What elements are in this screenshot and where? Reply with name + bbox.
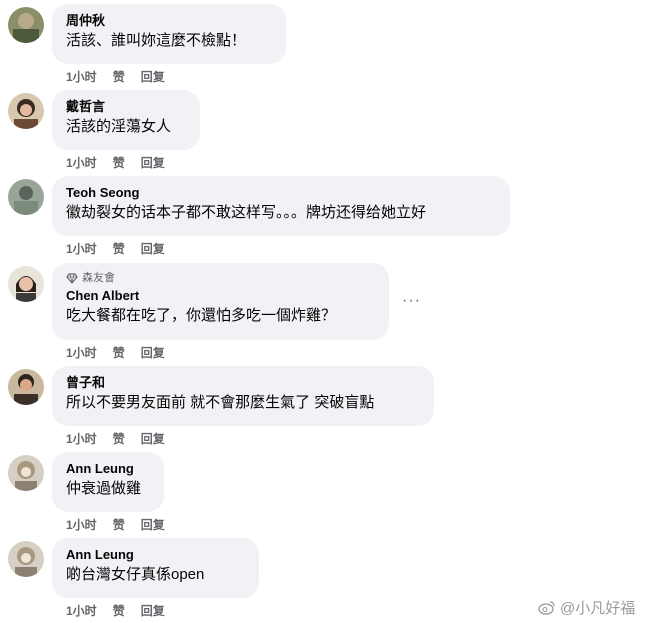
community-badge: 森友會 [66,271,375,285]
reply-button[interactable]: 回复 [141,240,165,257]
commenter-name[interactable]: 曾子和 [66,374,420,391]
time-link[interactable]: 1小时 [66,68,97,85]
reply-button[interactable]: 回复 [141,516,165,533]
comment-actions: 1小时赞回复 [66,68,181,85]
comment-text: 所以不要男友面前 就不會那麼生氣了 突破盲點 [66,394,375,411]
avatar[interactable] [8,93,44,129]
time-link[interactable]: 1小时 [66,430,97,447]
comment-bubble: 曾子和 所以不要男友面前 就不會那麼生氣了 突破盲點 [52,366,434,426]
comment-bubble: 森友會 Chen Albert 吃大餐都在吃了，你還怕多吃一個炸雞？ [52,263,389,340]
commenter-name[interactable]: Ann Leung [66,546,245,563]
commenter-name[interactable]: 戴哲言 [66,98,186,115]
comment-bubble: Ann Leung 啲台灣女仔真係open [52,538,259,598]
time-link[interactable]: 1小时 [66,516,97,533]
comment-text: 仲衰過做雞 [66,480,142,497]
avatar[interactable] [8,455,44,491]
comment-text: 啲台灣女仔真係open [66,566,205,583]
more-options-icon[interactable]: ··· [402,292,421,310]
comment-actions: 1小时赞回复 [66,430,181,447]
avatar[interactable] [8,541,44,577]
comment-text: 活該、誰叫妳這麼不檢點！ [66,32,247,49]
watermark-text: @小凡好福 [560,600,636,617]
watermark: @小凡好福 [538,597,635,618]
reply-button[interactable]: 回复 [141,344,165,361]
commenter-name[interactable]: 周仲秋 [66,12,272,29]
badge-label: 森友會 [82,272,115,284]
diamond-icon [66,272,78,284]
like-button[interactable]: 赞 [113,602,125,619]
avatar[interactable] [8,7,44,43]
comment-actions: 1小时赞回复 [66,344,181,361]
like-button[interactable]: 赞 [113,430,125,447]
time-link[interactable]: 1小时 [66,154,97,171]
avatar[interactable] [8,266,44,302]
comment-bubble: 周仲秋 活該、誰叫妳這麼不檢點！ [52,4,286,64]
comment-bubble: Ann Leung 仲衰過做雞 [52,452,164,512]
reply-button[interactable]: 回复 [141,68,165,85]
like-button[interactable]: 赞 [113,154,125,171]
reply-button[interactable]: 回复 [141,430,165,447]
commenter-name[interactable]: Ann Leung [66,460,150,477]
comment-actions: 1小时赞回复 [66,516,181,533]
comment-actions: 1小时赞回复 [66,240,181,257]
comment-text: 徽劫裂女的话本子都不敢这样写。。。牌坊还得给她立好 [66,204,427,221]
commenter-name[interactable]: Teoh Seong [66,184,496,201]
commenter-name[interactable]: Chen Albert [66,287,375,304]
reply-button[interactable]: 回复 [141,602,165,619]
comment-bubble: 戴哲言 活該的淫蕩女人 [52,90,200,150]
time-link[interactable]: 1小时 [66,344,97,361]
comment-bubble: Teoh Seong 徽劫裂女的话本子都不敢这样写。。。牌坊还得给她立好 [52,176,510,236]
comment-actions: 1小时赞回复 [66,602,181,619]
comment-text: 吃大餐都在吃了，你還怕多吃一個炸雞？ [66,307,337,324]
time-link[interactable]: 1小时 [66,240,97,257]
like-button[interactable]: 赞 [113,240,125,257]
weibo-logo-icon [538,601,555,615]
time-link[interactable]: 1小时 [66,602,97,619]
reply-button[interactable]: 回复 [141,154,165,171]
like-button[interactable]: 赞 [113,68,125,85]
like-button[interactable]: 赞 [113,344,125,361]
comment-text: 活該的淫蕩女人 [66,118,172,135]
avatar[interactable] [8,369,44,405]
like-button[interactable]: 赞 [113,516,125,533]
avatar[interactable] [8,179,44,215]
comment-actions: 1小时赞回复 [66,154,181,171]
